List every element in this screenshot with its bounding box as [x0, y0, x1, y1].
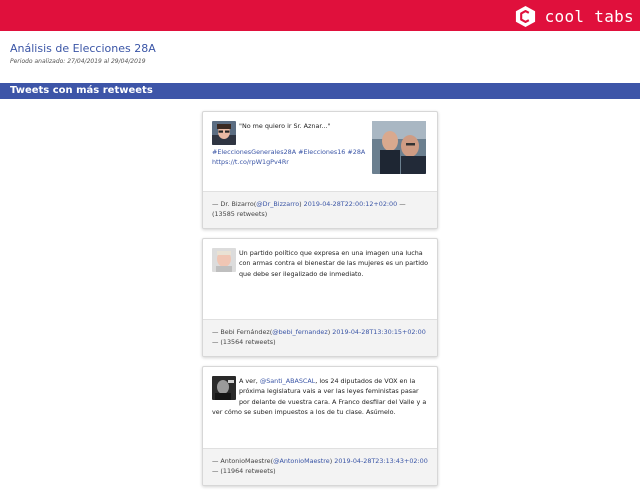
tweet-timestamp-link[interactable]: 2019-04-28T23:13:43+02:00 — [334, 457, 428, 465]
tweet-url-link[interactable]: https://t.co/rpW1gPv4Rr — [212, 158, 289, 166]
separator-dash: — — [399, 200, 406, 208]
tweet-body: "No me quiero ir Sr. Aznar..." #Eleccion… — [203, 112, 437, 191]
brand-name: cool tabs — [544, 6, 634, 26]
tweet-lead-text: "No me quiero ir Sr. Aznar..." — [239, 122, 331, 130]
tweet-footer: — Bebi Fernández(@bebi_fernandez) 2019-0… — [203, 319, 437, 356]
tweet-timestamp-link[interactable]: 2019-04-28T13:30:15+02:00 — [332, 328, 426, 336]
tweet-body: A ver, @Santi_ABASCAL, los 24 diputados … — [203, 367, 437, 448]
avatar[interactable] — [212, 121, 236, 145]
tweet-author: — Dr. Bizarro( — [212, 200, 257, 208]
author-handle-link[interactable]: @Dr_Bizzarro — [256, 200, 299, 208]
section-title: Tweets con más retweets — [10, 85, 153, 96]
tweet-hashtags[interactable]: #EleccionesGenerales28A #Elecciones16 #2… — [212, 148, 365, 156]
mention-link[interactable]: @Santi_ABASCAL — [260, 377, 315, 385]
avatar[interactable] — [212, 248, 236, 272]
close-paren: ) — [327, 328, 331, 336]
tweet-card: A ver, @Santi_ABASCAL, los 24 diputados … — [202, 366, 438, 486]
tweet-footer: — AntonioMaestre(@AntonioMaestre) 2019-0… — [203, 448, 437, 485]
tweet-footer: — Dr. Bizarro(@Dr_Bizzarro) 2019-04-28T2… — [203, 191, 437, 228]
tweet-author: — AntonioMaestre( — [212, 457, 274, 465]
period-label: Periodo analizado: — [10, 58, 66, 65]
tweet-text: "No me quiero ir Sr. Aznar..." — [212, 121, 372, 131]
tweet-text-pre: A ver, — [239, 377, 260, 385]
close-paren: ) — [329, 457, 333, 465]
tweet-timestamp-link[interactable]: 2019-04-28T22:00:12+02:00 — [304, 200, 398, 208]
period-value: 27/04/2019 al 29/04/2019 — [67, 58, 146, 65]
analysis-period: Periodo analizado: 27/04/2019 al 29/04/2… — [10, 58, 146, 65]
page-title: Análisis de Elecciones 28A — [10, 42, 156, 55]
cooltabs-logo-icon — [515, 5, 535, 27]
brand[interactable]: cool tabs — [514, 4, 634, 28]
tweet-text: A ver, @Santi_ABASCAL, los 24 diputados … — [212, 376, 428, 417]
close-paren: ) — [299, 200, 302, 208]
tweet-card: Un partido político que expresa en una i… — [202, 238, 438, 357]
author-handle-link[interactable]: @bebi_fernandez — [272, 328, 327, 336]
tweet-author: — Bebi Fernández( — [212, 328, 273, 336]
retweet-count: — (11964 retweets) — [212, 467, 276, 475]
tweet-card: "No me quiero ir Sr. Aznar..." #Eleccion… — [202, 111, 438, 229]
avatar-image — [212, 248, 236, 272]
tweet-text-links: #EleccionesGenerales28A #Elecciones16 #2… — [212, 147, 382, 168]
photo — [372, 121, 426, 174]
retweet-count: (13585 retweets) — [212, 210, 268, 218]
avatar-image — [212, 121, 236, 145]
tweet-media-image[interactable] — [372, 121, 426, 174]
avatar[interactable] — [212, 376, 236, 400]
avatar-image — [212, 376, 236, 400]
author-handle-link[interactable]: @AntonioMaestre — [273, 457, 330, 465]
tweet-body: Un partido político que expresa en una i… — [203, 239, 437, 319]
retweet-count: — (13564 retweets) — [212, 338, 276, 346]
tweet-text: Un partido político que expresa en una i… — [239, 249, 428, 278]
